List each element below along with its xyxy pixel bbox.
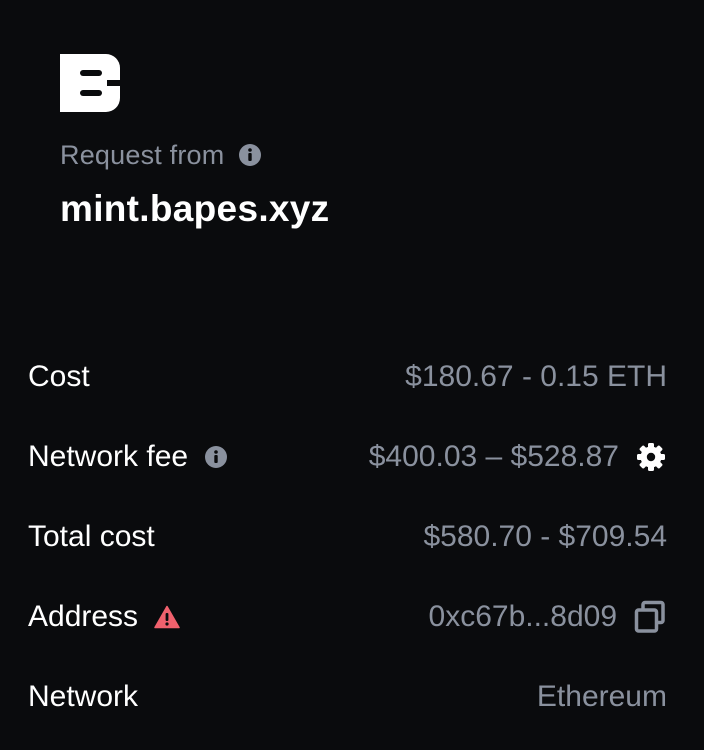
gear-icon[interactable] — [635, 441, 667, 473]
network-fee-row: Network fee $400.03 – $528.87 — [28, 417, 667, 497]
request-domain: mint.bapes.xyz — [60, 188, 330, 229]
network-fee-label: Network fee — [28, 440, 189, 473]
total-cost-label: Total cost — [28, 520, 155, 553]
total-cost-row: Total cost $580.70 - $709.54 — [28, 497, 667, 577]
request-from-label: Request from — [60, 139, 225, 170]
transaction-details: Cost $180.67 - 0.15 ETH Network fee $400… — [28, 337, 667, 737]
network-fee-value: $400.03 – $528.87 — [368, 440, 619, 473]
address-row: Address 0xc67b...8d09 — [28, 577, 667, 657]
network-label: Network — [28, 680, 139, 713]
info-icon[interactable] — [204, 445, 228, 469]
address-value: 0xc67b...8d09 — [428, 600, 617, 633]
total-cost-value: $580.70 - $709.54 — [423, 520, 667, 553]
copy-icon[interactable] — [633, 600, 667, 634]
brand-logo-icon — [60, 54, 120, 112]
network-value: Ethereum — [536, 680, 667, 713]
cost-value: $180.67 - 0.15 ETH — [405, 360, 667, 393]
address-label: Address — [28, 600, 139, 633]
info-icon[interactable] — [238, 143, 262, 167]
request-from-row: Request from — [60, 138, 262, 172]
cost-row: Cost $180.67 - 0.15 ETH — [28, 337, 667, 417]
cost-label: Cost — [28, 360, 90, 393]
network-row: Network Ethereum — [28, 657, 667, 737]
warning-icon[interactable] — [154, 605, 180, 629]
